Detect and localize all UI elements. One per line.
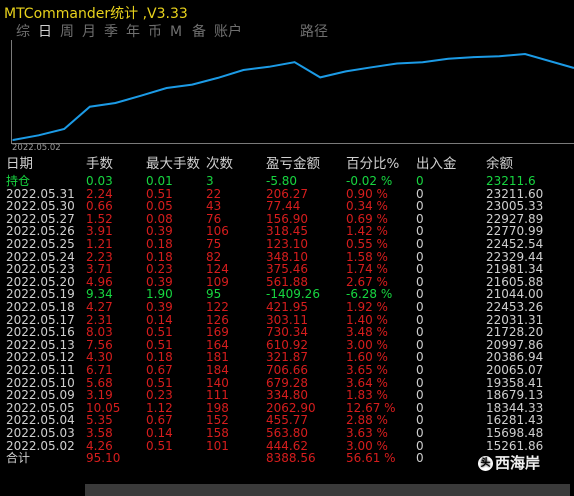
total-row-pnl: 8388.56 (266, 451, 316, 466)
watermark-logo-icon: 头 (478, 456, 493, 471)
balance-point (498, 55, 501, 57)
balance-point (140, 94, 142, 97)
tab-5[interactable]: 年 (126, 24, 140, 41)
total-row-lots: 95.10 (86, 451, 121, 466)
balance-point (165, 87, 168, 89)
balance-point (268, 66, 270, 68)
balance-point (114, 102, 117, 104)
balance-point (37, 134, 40, 137)
tab-8[interactable]: 备 (192, 24, 206, 41)
table-header: 日期 手数 最大手数 次数 盈亏金额 百分比% 出入金 余额 (0, 157, 574, 171)
tab-10[interactable]: 路径 (300, 24, 328, 41)
header-pct[interactable]: 百分比% (346, 157, 399, 171)
balance-point (473, 56, 475, 58)
total-row-pct: 56.61 % (346, 451, 396, 466)
total-row-flow: 0 (416, 451, 424, 466)
tab-3[interactable]: 月 (82, 24, 96, 41)
chart-start-date: 2022.05.02 (12, 143, 61, 153)
balance-line (12, 52, 574, 141)
balance-point (319, 76, 322, 79)
tab-4[interactable]: 季 (104, 24, 118, 41)
period-tabs: 综日周月季年币 M 备账户 路径 (0, 24, 574, 41)
tab-9[interactable]: 账户 (214, 24, 242, 41)
balance-point (242, 69, 245, 71)
balance-point (293, 61, 296, 63)
header-flow[interactable]: 出入金 (416, 157, 457, 171)
balance-point (12, 139, 14, 141)
total-row-bar (85, 484, 570, 496)
tab-1[interactable]: 日 (38, 24, 52, 41)
balance-point (89, 105, 91, 108)
header-pnl[interactable]: 盈亏金额 (266, 157, 320, 171)
header-max-lots[interactable]: 最大手数 (146, 157, 200, 171)
tab-2[interactable]: 周 (60, 24, 74, 41)
balance-point (396, 62, 398, 65)
balance-point (345, 70, 347, 73)
table-row-max-lots: 0.51 (146, 438, 173, 453)
balance-point (191, 83, 193, 86)
header-balance[interactable]: 余额 (486, 157, 513, 171)
balance-point (217, 77, 219, 79)
balance-point (524, 53, 526, 55)
table-row-count: 101 (206, 438, 229, 453)
tab-6[interactable]: 币 (148, 24, 162, 41)
balance-chart (11, 40, 574, 144)
window-title: MTCommander统计 ,V3.33 (4, 6, 188, 22)
tab-7[interactable]: M (170, 24, 182, 41)
header-count[interactable]: 次数 (206, 157, 233, 171)
table-row-balance: 15261.86 (486, 438, 544, 453)
header-lots[interactable]: 手数 (86, 157, 113, 171)
watermark: 头西海岸 (478, 452, 540, 473)
balance-point (370, 66, 373, 69)
tab-0[interactable]: 综 (16, 24, 30, 41)
balance-point (421, 61, 424, 63)
watermark-text: 西海岸 (495, 454, 541, 472)
balance-point (63, 128, 65, 130)
total-row-date: 合计 (6, 451, 31, 466)
balance-point (447, 58, 450, 60)
header-date[interactable]: 日期 (6, 157, 33, 171)
